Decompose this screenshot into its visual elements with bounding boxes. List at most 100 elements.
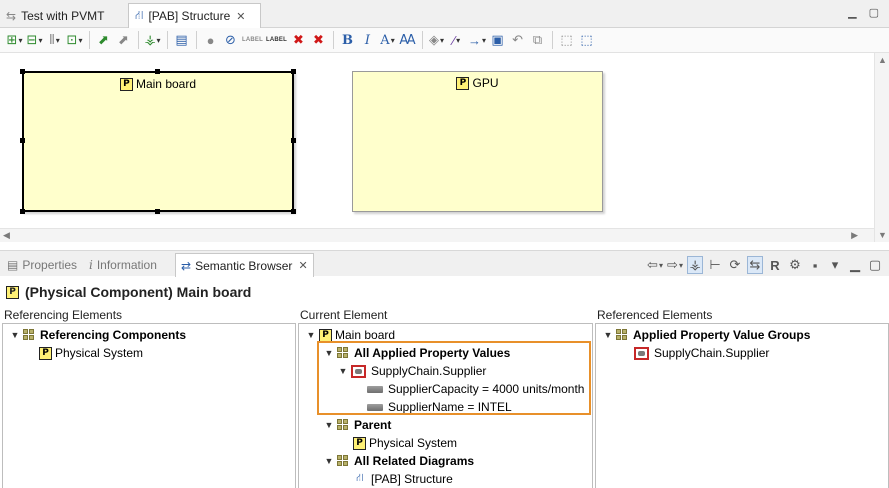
- forward-icon[interactable]: ⇨ ▾: [667, 256, 683, 274]
- bold-icon[interactable]: B: [339, 30, 356, 50]
- tree-item-label: Applied Property Value Groups: [633, 328, 811, 342]
- sync-selection-icon[interactable]: ⚶: [687, 256, 703, 274]
- tree-item-physical-system[interactable]: P Physical System: [39, 344, 143, 362]
- delete-from-diagram-icon[interactable]: ✖: [290, 30, 307, 50]
- referenced-elements-panel[interactable]: ▼ Applied Property Value Groups SupplyCh…: [595, 323, 889, 488]
- tree-item-supplychain-supplier[interactable]: SupplyChain.Supplier: [634, 344, 769, 362]
- property-group-icon: [634, 346, 649, 360]
- expand-arrow-icon[interactable]: ▼: [323, 456, 335, 466]
- tab-pab-structure[interactable]: ⛙ [PAB] Structure ✕: [128, 3, 261, 28]
- view-menu-icon[interactable]: ▾: [827, 256, 843, 274]
- tree-item-label: [PAB] Structure: [371, 472, 453, 486]
- hide-label-icon[interactable]: LABEL: [266, 30, 287, 50]
- tree-item-label: Physical System: [369, 436, 458, 450]
- expand-arrow-icon[interactable]: ▼: [323, 420, 335, 430]
- line-style-icon[interactable]: → ▾: [468, 30, 486, 50]
- italic-icon[interactable]: I: [359, 30, 376, 50]
- zoom-icon[interactable]: ⬚: [578, 30, 595, 50]
- view-tab-bar: ▤ Properties i Information ⇄ Semantic Br…: [0, 250, 889, 277]
- tree-item-pab-structure[interactable]: ⛙ [PAB] Structure: [353, 470, 453, 488]
- collapse-icon[interactable]: ▪: [807, 256, 823, 274]
- physical-component-icon: P: [319, 328, 332, 342]
- tab-label: [PAB] Structure: [148, 9, 231, 23]
- expand-arrow-icon[interactable]: ▼: [305, 330, 317, 340]
- unpin-icon[interactable]: ⬈: [115, 30, 132, 50]
- expand-all-icon[interactable]: ⚙: [787, 256, 803, 274]
- physical-component-icon: P: [6, 285, 19, 299]
- horizontal-scrollbar[interactable]: ◀ ▶: [0, 228, 874, 242]
- resize-handle[interactable]: [20, 69, 25, 74]
- arrange-selection-icon[interactable]: ⊟ ▾: [26, 30, 43, 50]
- semantic-browser-icon: ⇄: [181, 258, 192, 273]
- referencing-elements-panel[interactable]: ▼ Referencing Components P Physical Syst…: [2, 323, 296, 488]
- component-main-board[interactable]: P Main board: [22, 71, 294, 212]
- tree-item-parent[interactable]: ▼ Parent: [323, 416, 392, 434]
- align-icon[interactable]: ⫴ ▾: [46, 30, 63, 50]
- tree-item-physical-system[interactable]: P Physical System: [353, 434, 457, 452]
- expand-arrow-icon[interactable]: ▼: [602, 330, 614, 340]
- vertical-scrollbar[interactable]: ▲ ▼: [874, 53, 889, 242]
- hierarchy-icon[interactable]: ⚶ ▾: [144, 30, 161, 50]
- close-icon[interactable]: ✕: [298, 259, 307, 272]
- tab-label: Information: [96, 258, 157, 272]
- back-icon[interactable]: ⇦ ▾: [647, 256, 663, 274]
- scroll-up-icon[interactable]: ▲: [878, 55, 887, 65]
- line-color-icon[interactable]: ⁄ ▾: [448, 30, 465, 50]
- tree-item-all-related-diagrams[interactable]: ▼ All Related Diagrams: [323, 452, 475, 470]
- layout-icon[interactable]: ⊡ ▾: [66, 30, 83, 50]
- show-hierarchy-icon[interactable]: ⊢: [707, 256, 723, 274]
- copy-format-icon[interactable]: ▤: [173, 30, 190, 50]
- close-icon[interactable]: ✕: [236, 10, 245, 23]
- r-icon[interactable]: R: [767, 256, 783, 274]
- font-color-icon[interactable]: A ▾: [379, 30, 396, 50]
- resize-handle[interactable]: [20, 209, 25, 214]
- tab-semantic-browser[interactable]: ⇄ Semantic Browser ✕: [175, 253, 314, 277]
- referencing-elements-header: Referencing Elements: [4, 308, 123, 322]
- show-label-icon[interactable]: LABEL: [242, 30, 263, 50]
- pin-icon[interactable]: ⬈: [95, 30, 112, 50]
- font-icon[interactable]: Ꜳ: [399, 30, 416, 50]
- maximize-icon[interactable]: ▢: [867, 256, 883, 274]
- group-icon: [337, 419, 349, 431]
- delete-from-model-icon[interactable]: ✖: [310, 30, 327, 50]
- component-label: Main board: [135, 77, 197, 91]
- tree-item-label: All Related Diagrams: [354, 454, 475, 468]
- undo-icon[interactable]: ↶: [509, 30, 526, 50]
- fill-color-icon[interactable]: ◈ ▾: [428, 30, 445, 50]
- minimize-icon[interactable]: ▁: [847, 256, 863, 274]
- expand-arrow-icon[interactable]: ▼: [9, 330, 21, 340]
- refresh-icon[interactable]: ⟳: [727, 256, 743, 274]
- scroll-down-icon[interactable]: ▼: [878, 230, 887, 240]
- resize-handle[interactable]: [291, 209, 296, 214]
- link-editor-icon[interactable]: ⇆: [747, 256, 763, 274]
- properties-icon: ▤: [7, 258, 19, 272]
- resize-handle[interactable]: [155, 209, 160, 214]
- select-all-icon[interactable]: ⬚: [558, 30, 575, 50]
- resize-handle[interactable]: [291, 69, 296, 74]
- minimize-icon[interactable]: ▁: [848, 6, 856, 19]
- tab-information[interactable]: i Information: [84, 253, 162, 277]
- component-gpu[interactable]: P GPU: [352, 71, 603, 212]
- show-element-icon[interactable]: ●: [202, 30, 219, 50]
- resize-handle[interactable]: [155, 69, 160, 74]
- resize-handle[interactable]: [291, 138, 296, 143]
- tree-item-applied-property-value-groups[interactable]: ▼ Applied Property Value Groups: [602, 326, 811, 344]
- maximize-icon[interactable]: ▢: [869, 6, 879, 19]
- tree-item-referencing-components[interactable]: ▼ Referencing Components: [9, 326, 186, 344]
- resize-handle[interactable]: [20, 138, 25, 143]
- group-icon: [616, 329, 628, 341]
- tree-item-label: Main board: [335, 328, 396, 342]
- copy-layout-icon[interactable]: ⧉: [529, 30, 546, 50]
- diagram-tab-icon: ⇆: [6, 8, 17, 23]
- tab-properties[interactable]: ▤ Properties: [2, 253, 82, 277]
- scroll-left-icon[interactable]: ◀: [3, 230, 10, 241]
- semantic-browser-title: P (Physical Component) Main board: [6, 284, 251, 300]
- editor-tab-bar: ⇆ Test with PVMT ⛙ [PAB] Structure ✕ ▁ ▢: [0, 0, 889, 28]
- arrange-all-icon[interactable]: ⊞ ▾: [6, 30, 23, 50]
- referenced-elements-header: Referenced Elements: [597, 308, 713, 322]
- hide-element-icon[interactable]: ⊘: [222, 30, 239, 50]
- diagram-canvas[interactable]: P Main board P GPU: [0, 53, 874, 228]
- scroll-right-icon[interactable]: ▶: [851, 230, 858, 241]
- image-icon[interactable]: ▣: [489, 30, 506, 50]
- tab-test-with-pvmt[interactable]: ⇆ Test with PVMT: [0, 3, 128, 28]
